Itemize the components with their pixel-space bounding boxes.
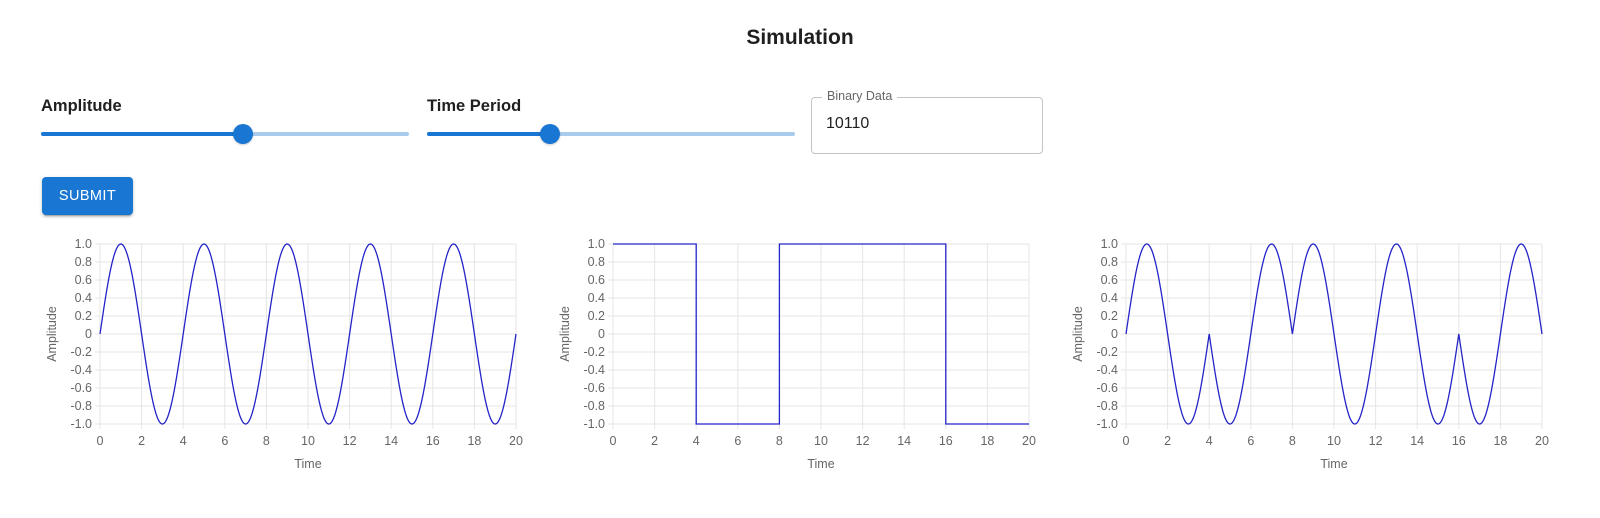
carrier-chart: 0 2 4 6 8 10 12 14 16 18 20 1.0 0.8 0.6 0.4 0.2 0 -0.2 -0.… bbox=[40, 236, 540, 493]
x-tick-label: 12 bbox=[1369, 434, 1383, 448]
y-tick-label: 0.4 bbox=[75, 291, 92, 305]
y-tick-label: -0.2 bbox=[1096, 345, 1118, 359]
x-tick-label: 6 bbox=[1247, 434, 1254, 448]
y-tick-label: 0.8 bbox=[588, 255, 605, 269]
binary-signal-chart: 0 2 4 6 8 10 12 14 16 18 20 1.0 0.8 0.6 0.4 0.2 0 -0.2 -0.… bbox=[553, 236, 1053, 493]
amplitude-slider-track[interactable] bbox=[41, 132, 244, 136]
x-tick-label: 2 bbox=[138, 434, 145, 448]
time-period-slider[interactable] bbox=[427, 124, 795, 144]
y-tick-label: 0.4 bbox=[588, 291, 605, 305]
x-tick-label: 8 bbox=[776, 434, 783, 448]
x-tick-label: 8 bbox=[263, 434, 270, 448]
submit-button[interactable]: SUBMIT bbox=[42, 177, 133, 215]
y-tick-label: -0.8 bbox=[583, 399, 605, 413]
x-tick-label: 18 bbox=[980, 434, 994, 448]
y-tick-label: -0.8 bbox=[70, 399, 92, 413]
y-tick-label: 0.8 bbox=[75, 255, 92, 269]
y-tick-label: 1.0 bbox=[588, 237, 605, 251]
x-tick-label: 20 bbox=[1022, 434, 1036, 448]
y-tick-label: 1.0 bbox=[1101, 237, 1118, 251]
amplitude-label: Amplitude bbox=[41, 97, 122, 115]
binary-data-label: Binary Data bbox=[822, 89, 898, 103]
x-tick-label: 10 bbox=[814, 434, 828, 448]
page-title: Simulation bbox=[746, 26, 854, 49]
y-tick-label: 0.2 bbox=[1101, 309, 1118, 323]
x-tick-label: 6 bbox=[734, 434, 741, 448]
y-tick-label: -0.2 bbox=[70, 345, 92, 359]
time-period-slider-track[interactable] bbox=[427, 132, 551, 136]
y-axis-title: Amplitude bbox=[45, 306, 59, 362]
x-tick-label: 20 bbox=[1535, 434, 1549, 448]
x-axis-title: Time bbox=[807, 457, 834, 471]
y-tick-label: 0.2 bbox=[75, 309, 92, 323]
y-tick-label: 0 bbox=[598, 327, 605, 341]
time-period-slider-thumb[interactable] bbox=[540, 124, 561, 144]
x-tick-label: 8 bbox=[1289, 434, 1296, 448]
amplitude-slider-thumb[interactable] bbox=[233, 124, 254, 144]
x-tick-label: 14 bbox=[384, 434, 398, 448]
x-tick-label: 16 bbox=[1452, 434, 1466, 448]
y-tick-label: 0.8 bbox=[1101, 255, 1118, 269]
y-tick-label: 0.4 bbox=[1101, 291, 1118, 305]
y-tick-label: -0.8 bbox=[1096, 399, 1118, 413]
y-axis-title: Amplitude bbox=[1071, 306, 1085, 362]
x-tick-label: 6 bbox=[221, 434, 228, 448]
modulated-signal-chart-svg: 0 2 4 6 8 10 12 14 16 18 20 1.0 0.8 0.6 0.4 0.2 0 -0.2 -0.… bbox=[1071, 237, 1549, 471]
y-tick-label: -0.4 bbox=[1096, 363, 1118, 377]
y-tick-label: -1.0 bbox=[1096, 417, 1118, 431]
y-tick-label: -0.4 bbox=[70, 363, 92, 377]
x-tick-label: 2 bbox=[651, 434, 658, 448]
x-tick-label: 20 bbox=[509, 434, 523, 448]
x-tick-label: 0 bbox=[1123, 434, 1130, 448]
y-tick-label: -1.0 bbox=[583, 417, 605, 431]
x-tick-label: 14 bbox=[897, 434, 911, 448]
x-tick-label: 2 bbox=[1164, 434, 1171, 448]
carrier-chart-svg: 0 2 4 6 8 10 12 14 16 18 20 1.0 0.8 0.6 0.4 0.2 0 -0.2 -0.… bbox=[45, 237, 523, 471]
modulated-signal-chart: 0 2 4 6 8 10 12 14 16 18 20 1.0 0.8 0.6 0.4 0.2 0 -0.2 -0.… bbox=[1066, 236, 1566, 493]
y-tick-label: 0.6 bbox=[588, 273, 605, 287]
x-axis-title: Time bbox=[1320, 457, 1347, 471]
y-tick-label: 0.6 bbox=[75, 273, 92, 287]
x-tick-label: 16 bbox=[426, 434, 440, 448]
x-tick-label: 4 bbox=[1206, 434, 1213, 448]
x-tick-label: 0 bbox=[610, 434, 617, 448]
x-tick-label: 10 bbox=[301, 434, 315, 448]
x-tick-label: 4 bbox=[693, 434, 700, 448]
y-tick-label: -0.6 bbox=[1096, 381, 1118, 395]
y-tick-label: -0.6 bbox=[583, 381, 605, 395]
time-period-label: Time Period bbox=[427, 97, 522, 115]
y-tick-label: 0.6 bbox=[1101, 273, 1118, 287]
binary-data-input[interactable] bbox=[826, 115, 1026, 133]
y-tick-label: -0.6 bbox=[70, 381, 92, 395]
x-tick-label: 12 bbox=[343, 434, 357, 448]
y-tick-label: 1.0 bbox=[75, 237, 92, 251]
x-tick-label: 18 bbox=[1493, 434, 1507, 448]
x-axis-title: Time bbox=[294, 457, 321, 471]
x-tick-label: 14 bbox=[1410, 434, 1424, 448]
binary-data-field[interactable]: Binary Data bbox=[811, 89, 1043, 154]
y-tick-label: 0 bbox=[1111, 327, 1118, 341]
x-tick-label: 18 bbox=[467, 434, 481, 448]
x-tick-label: 16 bbox=[939, 434, 953, 448]
x-tick-label: 10 bbox=[1327, 434, 1341, 448]
y-tick-label: -0.4 bbox=[583, 363, 605, 377]
y-tick-label: -1.0 bbox=[70, 417, 92, 431]
x-tick-label: 12 bbox=[856, 434, 870, 448]
y-axis-title: Amplitude bbox=[558, 306, 572, 362]
x-tick-label: 0 bbox=[97, 434, 104, 448]
y-tick-label: -0.2 bbox=[583, 345, 605, 359]
y-tick-label: 0 bbox=[85, 327, 92, 341]
y-tick-label: 0.2 bbox=[588, 309, 605, 323]
amplitude-slider[interactable] bbox=[41, 124, 409, 144]
x-tick-label: 4 bbox=[180, 434, 187, 448]
binary-signal-chart-svg: 0 2 4 6 8 10 12 14 16 18 20 1.0 0.8 0.6 0.4 0.2 0 -0.2 -0.… bbox=[558, 237, 1036, 471]
